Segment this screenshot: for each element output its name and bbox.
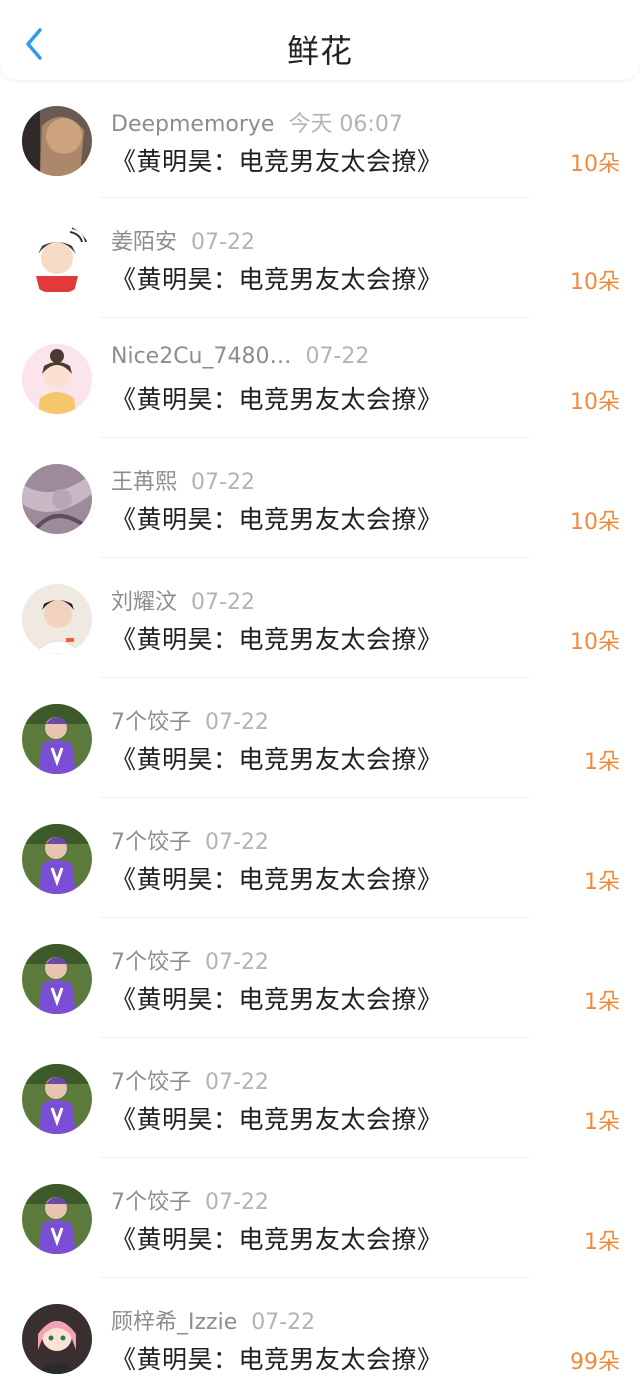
- timestamp: 07-22: [191, 470, 255, 495]
- timestamp: 07-22: [205, 950, 269, 975]
- timestamp: 07-22: [205, 710, 269, 735]
- avatar[interactable]: [22, 1064, 92, 1134]
- book-title[interactable]: 《黄明昊：电竞男友太会撩》: [111, 1100, 443, 1136]
- timestamp: 07-22: [305, 344, 370, 369]
- book-title[interactable]: 《黄明昊：电竞男友太会撩》: [111, 260, 443, 296]
- list-item[interactable]: 7个饺子 07-22 《黄明昊：电竞男友太会撩》 1朵: [0, 918, 640, 1038]
- book-title[interactable]: 《黄明昊：电竞男友太会撩》: [111, 1340, 443, 1376]
- avatar[interactable]: [22, 584, 92, 654]
- nav-bar: 鲜花: [0, 0, 640, 80]
- flower-count: 1朵: [584, 750, 620, 775]
- book-title[interactable]: 《黄明昊：电竞男友太会撩》: [111, 980, 443, 1016]
- book-title[interactable]: 《黄明昊：电竞男友太会撩》: [111, 620, 443, 656]
- flower-count: 1朵: [584, 990, 620, 1015]
- flower-count: 10朵: [570, 270, 620, 295]
- page-title: 鲜花: [286, 32, 353, 70]
- book-title[interactable]: 《黄明昊：电竞男友太会撩》: [111, 1220, 443, 1256]
- list-item[interactable]: Nice2Cu_7480… 07-22 《黄明昊：电竞男友太会撩》 10朵: [0, 318, 640, 438]
- user-name[interactable]: 7个饺子: [111, 1070, 191, 1095]
- flower-count: 10朵: [570, 390, 620, 415]
- flower-count: 1朵: [584, 1110, 620, 1135]
- user-name[interactable]: 刘耀汶: [111, 590, 177, 615]
- user-name[interactable]: Nice2Cu_7480…: [111, 344, 292, 369]
- flower-count: 10朵: [570, 510, 620, 535]
- avatar[interactable]: [22, 1184, 92, 1254]
- list-item[interactable]: 7个饺子 07-22 《黄明昊：电竞男友太会撩》 1朵: [0, 1038, 640, 1158]
- user-name[interactable]: 姜陌安: [111, 230, 177, 255]
- list-item[interactable]: 7个饺子 07-22 《黄明昊：电竞男友太会撩》 1朵: [0, 678, 640, 798]
- user-name[interactable]: Deepmemorye: [111, 112, 274, 137]
- avatar[interactable]: [22, 464, 92, 534]
- user-name[interactable]: 7个饺子: [111, 830, 191, 855]
- avatar[interactable]: [22, 106, 92, 176]
- user-name[interactable]: 顾梓希_Izzie: [111, 1310, 237, 1335]
- avatar[interactable]: [22, 224, 92, 294]
- avatar[interactable]: [22, 824, 92, 894]
- list-item[interactable]: 王苒熙 07-22 《黄明昊：电竞男友太会撩》 10朵: [0, 438, 640, 558]
- book-title[interactable]: 《黄明昊：电竞男友太会撩》: [111, 380, 443, 416]
- timestamp: 07-22: [205, 1190, 269, 1215]
- timestamp: 今天 06:07: [288, 112, 403, 137]
- timestamp: 07-22: [251, 1310, 316, 1335]
- timestamp: 07-22: [205, 830, 269, 855]
- list-item[interactable]: 姜陌安 07-22 《黄明昊：电竞男友太会撩》 10朵: [0, 198, 640, 318]
- book-title[interactable]: 《黄明昊：电竞男友太会撩》: [111, 740, 443, 776]
- book-title[interactable]: 《黄明昊：电竞男友太会撩》: [111, 500, 443, 536]
- flower-count: 10朵: [570, 152, 620, 177]
- user-name[interactable]: 7个饺子: [111, 1190, 191, 1215]
- list-item[interactable]: 7个饺子 07-22 《黄明昊：电竞男友太会撩》 1朵: [0, 1158, 640, 1278]
- timestamp: 07-22: [205, 1070, 269, 1095]
- user-name[interactable]: 7个饺子: [111, 950, 191, 975]
- flower-count: 99朵: [570, 1350, 620, 1375]
- list-item[interactable]: 刘耀汶 07-22 《黄明昊：电竞男友太会撩》 10朵: [0, 558, 640, 678]
- avatar[interactable]: [22, 344, 92, 414]
- book-title[interactable]: 《黄明昊：电竞男友太会撩》: [111, 860, 443, 896]
- avatar[interactable]: [22, 944, 92, 1014]
- avatar[interactable]: [22, 1304, 92, 1374]
- user-name[interactable]: 7个饺子: [111, 710, 191, 735]
- list-item[interactable]: 7个饺子 07-22 《黄明昊：电竞男友太会撩》 1朵: [0, 798, 640, 918]
- flower-count: 1朵: [584, 1230, 620, 1255]
- list-item[interactable]: 顾梓希_Izzie 07-22 《黄明昊：电竞男友太会撩》 99朵: [0, 1278, 640, 1398]
- flower-list: Deepmemorye 今天 06:07 《黄明昊：电竞男友太会撩》 10朵 姜陌…: [0, 80, 640, 1398]
- user-name[interactable]: 王苒熙: [111, 470, 177, 495]
- flower-count: 10朵: [570, 630, 620, 655]
- flower-count: 1朵: [584, 870, 620, 895]
- timestamp: 07-22: [191, 230, 255, 255]
- timestamp: 07-22: [191, 590, 255, 615]
- book-title[interactable]: 《黄明昊：电竞男友太会撩》: [111, 142, 443, 178]
- avatar[interactable]: [22, 704, 92, 774]
- list-item[interactable]: Deepmemorye 今天 06:07 《黄明昊：电竞男友太会撩》 10朵: [0, 80, 640, 198]
